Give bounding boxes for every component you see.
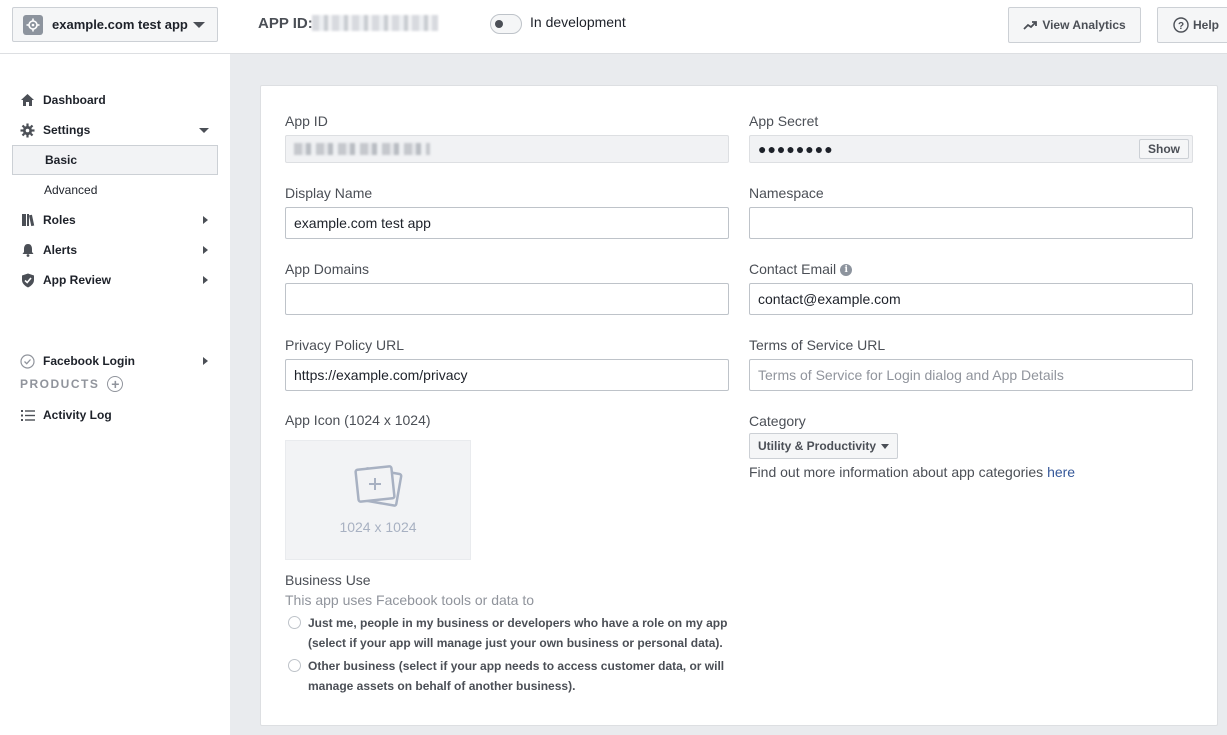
caret-down-icon [881,443,890,449]
display-name-field[interactable]: example.com test app [285,207,729,239]
basic-settings-card: App ID App Secret ●●●●●●●● Show Display … [260,85,1218,726]
toggle-knob [495,20,503,28]
chevron-down-icon [199,128,209,133]
main-content: App ID App Secret ●●●●●●●● Show Display … [230,54,1227,735]
contact-email-label: Contact Email i [749,261,853,277]
info-icon[interactable]: i [840,264,853,277]
gear-icon [20,123,35,138]
bell-icon [20,243,35,258]
sidebar-item-label: App Review [43,273,112,287]
privacy-policy-field[interactable]: https://example.com/privacy [285,359,729,391]
app-switcher[interactable]: example.com test app [12,7,218,42]
app-id-redacted [312,15,438,31]
sidebar-item-label: Alerts [43,243,78,257]
business-use-option-own[interactable]: Just me, people in my business or develo… [308,613,733,653]
app-icon-label: App Icon (1024 x 1024) [285,412,431,428]
display-name-value: example.com test app [294,215,431,231]
dev-mode-toggle[interactable] [490,14,522,34]
category-value: Utility & Productivity [758,439,877,453]
contact-email-label-text: Contact Email [749,261,837,277]
namespace-label: Namespace [749,185,824,201]
terms-of-service-field[interactable]: Terms of Service for Login dialog and Ap… [749,359,1193,391]
sidebar-item-label: Roles [43,213,76,227]
view-analytics-button[interactable]: View Analytics [1008,7,1141,43]
category-help-text: Find out more information about app cate… [749,464,1048,480]
sidebar-item-basic[interactable]: Basic [12,145,218,175]
sidebar-item-advanced[interactable]: Advanced [12,175,218,205]
app-secret-label: App Secret [749,113,819,129]
business-use-radio-own[interactable] [288,616,301,629]
chevron-right-icon [203,357,208,365]
trend-up-icon [1023,21,1038,30]
roles-icon [20,213,35,228]
business-use-description: This app uses Facebook tools or data to [285,592,535,608]
sidebar-item-facebook-login[interactable]: Facebook Login [12,346,218,376]
show-secret-button[interactable]: Show [1139,139,1189,159]
top-bar: example.com test app APP ID: In developm… [0,0,1227,54]
business-use-option-other[interactable]: Other business (select if your app needs… [308,656,733,696]
help-label: Help [1193,18,1220,32]
sidebar-item-label: Settings [43,123,91,137]
contact-email-value: contact@example.com [758,291,901,307]
app-secret-masked: ●●●●●●●● [758,141,834,157]
chevron-right-icon [203,246,208,254]
app-domains-field[interactable] [285,283,729,315]
shield-check-icon [20,273,35,288]
sidebar-item-label: Advanced [44,183,98,197]
app-domains-label: App Domains [285,261,370,277]
sidebar-item-label: Activity Log [43,408,112,422]
list-icon [20,408,35,423]
app-id-field[interactable] [285,135,729,163]
app-gear-icon [23,14,43,35]
sidebar-item-settings[interactable]: Settings [12,115,218,145]
sidebar: Dashboard Settings Basic Advanced Roles … [0,54,230,735]
image-upload-icon [354,465,403,507]
dev-status-label: In development [530,14,626,30]
app-secret-field[interactable]: ●●●●●●●● Show [749,135,1193,163]
app-id-label: App ID [285,113,328,129]
app-icon-size: 1024 x 1024 [339,519,417,535]
sidebar-item-activity-log[interactable]: Activity Log [12,400,218,430]
category-label: Category [749,413,806,429]
help-button[interactable]: ? Help [1157,7,1227,43]
privacy-policy-value: https://example.com/privacy [294,367,468,383]
category-help-link[interactable]: here [1047,464,1075,480]
sidebar-item-roles[interactable]: Roles [12,205,218,235]
privacy-policy-label: Privacy Policy URL [285,337,405,353]
caret-down-icon [193,22,205,28]
category-help: Find out more information about app cate… [749,464,1075,480]
products-heading-label: PRODUCTS [20,377,100,391]
namespace-field[interactable] [749,207,1193,239]
check-circle-icon [20,353,35,369]
add-product-icon[interactable]: + [107,376,124,392]
svg-text:?: ? [1178,21,1184,32]
sidebar-item-label: Facebook Login [43,354,136,368]
show-secret-label: Show [1148,142,1180,156]
sidebar-item-label: Dashboard [43,93,106,107]
app-icon-upload[interactable]: 1024 x 1024 [285,440,471,560]
category-dropdown[interactable]: Utility & Productivity [749,433,899,459]
view-analytics-label: View Analytics [1042,18,1126,32]
app-id-redacted-value [294,143,430,155]
terms-of-service-label: Terms of Service URL [749,337,886,353]
home-icon [20,93,35,108]
business-use-label: Business Use [285,572,371,588]
chevron-right-icon [203,216,208,224]
products-heading: PRODUCTS + [20,376,124,392]
display-name-label: Display Name [285,185,373,201]
business-use-radio-other[interactable] [288,659,301,672]
app-name: example.com test app [52,17,188,32]
app-id-header-label: APP ID: [258,15,313,32]
sidebar-item-alerts[interactable]: Alerts [12,235,218,265]
question-icon: ? [1173,17,1189,33]
sidebar-item-app-review[interactable]: App Review [12,265,218,295]
chevron-right-icon [203,276,208,284]
contact-email-field[interactable]: contact@example.com [749,283,1193,315]
terms-of-service-placeholder: Terms of Service for Login dialog and Ap… [758,367,1064,383]
sidebar-item-dashboard[interactable]: Dashboard [12,85,218,115]
sidebar-item-label: Basic [45,153,78,167]
